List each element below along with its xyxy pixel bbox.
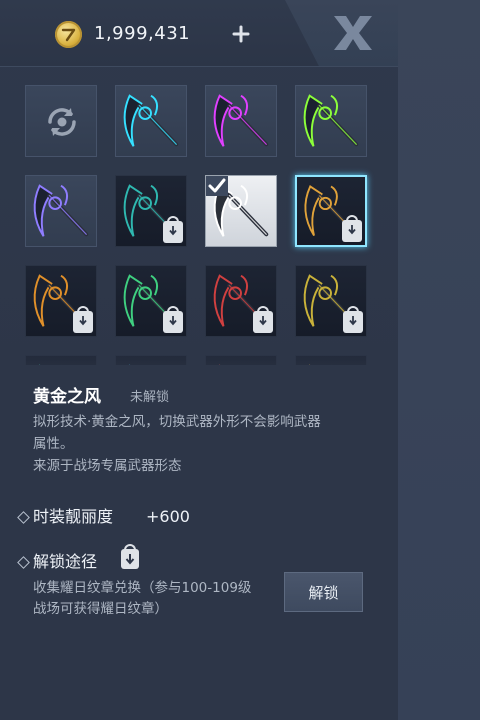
lock-icon [121,544,139,569]
skin-slot-green-scythe[interactable] [295,85,367,157]
unlock-desc-line-1: 收集耀日纹章兑换（参与100-109级 [33,580,252,596]
skin-slot-violet-blade[interactable] [25,175,97,247]
unlock-desc-line-2: 战场可获得耀日纹章） [33,601,168,617]
lock-icon [163,216,183,243]
lock-icon [343,306,363,333]
scythe-icon [213,94,269,147]
skin-slot-reset[interactable] [25,85,97,157]
top-bar: 1,999,431 [0,0,398,67]
item-status: 未解锁 [130,390,170,405]
stat-value: +600 [146,507,190,526]
description-line-1: 拟形技术·黄金之风，切换武器外形不会影响武器 [33,414,321,430]
add-currency-button[interactable] [229,22,253,46]
item-title: 黄金之风 [33,387,101,407]
skin-grid [25,85,375,370]
unlock-button[interactable]: 解锁 [284,572,363,612]
gold-coin-icon [55,21,82,48]
stat-label: 时装靓丽度 [33,507,114,526]
close-x-icon [334,16,372,50]
equipped-check-icon [206,176,228,196]
description-line-3: 来源于战场专属武器形态 [33,458,182,474]
skin-slot-white-scythe[interactable] [205,175,277,247]
skin-slot-cyan-scythe[interactable] [115,85,187,157]
unlock-label: 解锁途径 [33,552,98,571]
lock-icon [253,306,273,333]
item-description: 拟形技术·黄金之风，切换武器外形不会影响武器 属性。 来源于战场专属武器形态 [33,411,373,477]
lock-icon [73,306,93,333]
scythe-icon [33,184,89,237]
skin-slot-orange-orb-scythe[interactable] [25,265,97,337]
lock-icon [163,306,183,333]
plus-icon [232,25,250,43]
skin-slot-magenta-scythe[interactable] [205,85,277,157]
scythe-icon [123,94,179,147]
skin-slot-gold-teal-scythe[interactable] [295,175,367,247]
lock-icon [342,215,362,242]
skin-slot-teal-dark-scythe[interactable] [115,175,187,247]
currency-amount: 1,999,431 [94,23,191,44]
scythe-icon [303,94,359,147]
description-line-2: 属性。 [33,436,74,452]
skin-slot-olive-scythe[interactable] [295,265,367,337]
reset-icon [48,108,76,136]
background-strip [398,0,480,720]
skin-slot-green-orb-scythe[interactable] [115,265,187,337]
skin-slot-red-scythe[interactable] [205,265,277,337]
close-button[interactable] [330,12,376,54]
unlock-description: 收集耀日纹章兑换（参与100-109级 战场可获得耀日纹章） [33,578,278,620]
